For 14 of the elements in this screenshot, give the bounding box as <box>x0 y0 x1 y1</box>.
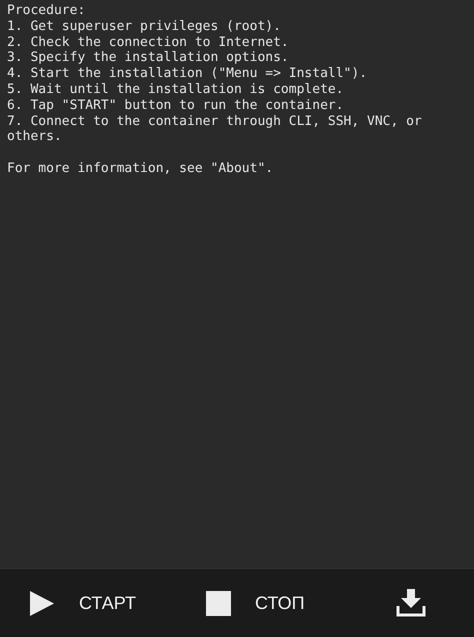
console-line: 3. Specify the installation options. <box>7 50 290 66</box>
console-line: 5. Wait until the installation is complete. <box>7 82 345 98</box>
start-button[interactable]: СТАРТ <box>22 586 200 620</box>
download-icon <box>396 589 426 617</box>
console-line: 4. Start the installation ("Menu => Install"). <box>7 66 368 82</box>
console-line: 7. Connect to the container through CLI, SSH, VNC, or others. <box>7 114 423 146</box>
console-line: 2. Check the connection to Internet. <box>7 34 290 50</box>
stop-icon <box>206 590 231 616</box>
console-line: 1. Get superuser privileges (root). <box>7 18 282 35</box>
console-line: 6. Tap "START" button to run the container. <box>7 98 345 114</box>
stop-button[interactable]: СТОП <box>200 586 390 620</box>
info-text: For more information, see "About". <box>7 160 274 177</box>
console-line: Procedure: <box>7 3 86 19</box>
play-icon <box>28 590 55 616</box>
